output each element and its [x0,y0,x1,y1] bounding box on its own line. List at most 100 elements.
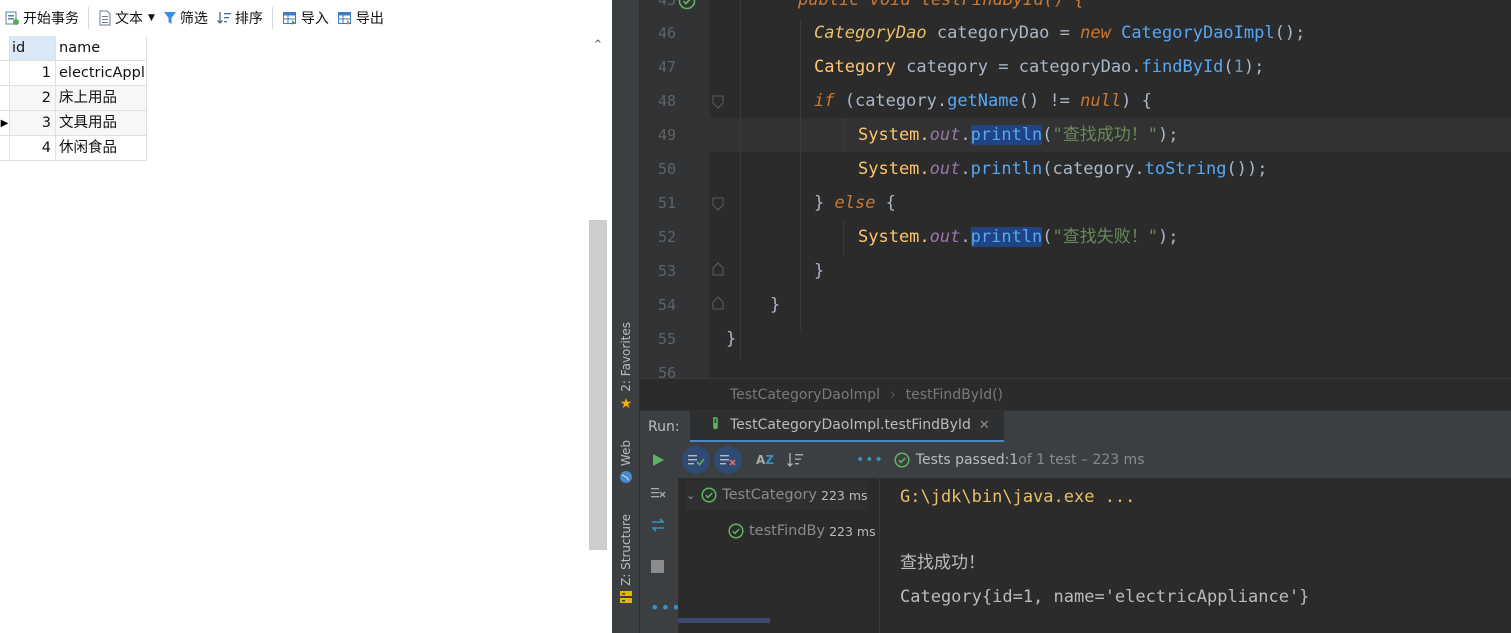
favorites-tab[interactable]: 2: Favorites ★ [612,322,640,412]
console-output[interactable]: G:\jdk\bin\java.exe ... 查找成功！ Category{i… [900,478,1511,633]
cell-id[interactable]: 1 [10,61,56,86]
code-token: ); [1158,227,1179,247]
export-button[interactable]: 导出 [333,6,388,30]
swap-icon[interactable] [650,518,666,532]
sort-icon [216,12,231,24]
breadcrumb-method[interactable]: testFindById() [906,387,1003,403]
line-number: 49 [657,126,676,144]
scroll-up-icon[interactable]: ⌃ [592,39,604,52]
db-toolbar: 开始事务 文本 ▼ 筛选 排序 导入 导出 [0,0,612,36]
cell-name[interactable]: 休闲食品 [56,136,147,161]
text-button[interactable]: 文本 ▼ [94,6,159,30]
check-circle-icon [701,487,717,503]
db-table-window: 开始事务 文本 ▼ 筛选 排序 导入 导出 id name 1 electric… [0,0,612,633]
column-header-id[interactable]: id [10,36,56,61]
structure-tab[interactable]: Z: Structure [612,514,640,604]
table-row-current[interactable]: ▶ 3 文具用品 [0,111,147,136]
document-icon [99,10,111,26]
code-token: out [929,159,961,179]
code-line-49: System.out.println("查找成功！"); [858,118,1179,152]
test-tree-name: TestCategory [722,487,818,503]
web-tab[interactable]: Web [612,440,640,484]
horizontal-scrollbar[interactable] [678,618,770,623]
cell-name[interactable]: electricAppl [56,61,147,86]
play-icon[interactable] [650,452,666,468]
cell-id[interactable]: 3 [10,111,56,136]
tests-status-count: 1 [1009,452,1019,468]
line-number: 48 [657,92,676,110]
export-label: 导出 [355,11,384,27]
ide-window: 2: Favorites ★ Web Z: Structure 45 publi… [612,0,1511,633]
breadcrumb: TestCategoryDaoImpl › testFindById() [640,378,1511,410]
code-token: (); [1274,23,1306,43]
sort-duration-icon[interactable] [786,452,804,468]
sort-alpha-icon[interactable]: AZ [756,453,774,467]
sort-button[interactable]: 排序 [212,6,267,30]
fold-icon[interactable] [710,197,726,211]
fold-icon[interactable] [710,95,726,109]
code-token: category = categoryDao. [895,57,1142,77]
test-tree-item[interactable]: testFindBy 223 ms [728,516,876,546]
scrollbar-thumb[interactable] [589,220,607,550]
structure-icon [620,590,632,603]
fold-icon[interactable] [710,262,726,276]
show-passed-icon[interactable] [682,446,710,474]
chevron-down-icon[interactable]: ⌄ [686,489,695,502]
cell-name[interactable]: 文具用品 [56,111,147,136]
filter-icon [163,12,176,24]
export-icon [337,12,351,25]
code-token: else [834,193,876,213]
code-editor[interactable]: 45 public void testFindById() { 46 47 48… [640,0,1511,382]
clear-icon[interactable] [650,486,666,500]
run-config-tab[interactable]: TestCategoryDaoImpl.testFindById ✕ [690,410,1004,443]
table-row[interactable]: 4 休闲食品 [0,136,147,161]
begin-transaction-button[interactable]: 开始事务 [0,6,83,30]
show-ignored-icon[interactable] [714,446,742,474]
code-token: if [814,91,835,111]
column-header-name[interactable]: name [56,36,147,61]
table-row[interactable]: 1 electricAppl [0,61,147,86]
test-tree: ⌄ TestCategory 223 ms testFindBy 223 ms [678,478,880,633]
run-test-icon[interactable] [678,0,696,10]
row-indicator [0,61,10,86]
test-tree-item[interactable]: ⌄ TestCategory 223 ms [686,480,868,510]
code-line-53: } [814,261,825,281]
import-button[interactable]: 导入 [278,6,333,30]
current-row-indicator: ▶ [0,111,10,136]
code-line-54: } [770,295,781,315]
breadcrumb-class[interactable]: TestCategoryDaoImpl [730,387,880,403]
stop-icon[interactable] [651,560,664,573]
line-number: 50 [657,160,676,178]
more-options-icon[interactable]: ••• [856,452,884,468]
indent-guide [800,20,801,330]
close-icon[interactable]: ✕ [979,418,990,433]
check-circle-icon [894,452,910,468]
indent-guide [843,118,844,152]
star-icon: ★ [619,395,633,412]
line-number: 53 [657,262,676,280]
cell-name[interactable]: 床上用品 [56,86,147,111]
cell-id[interactable]: 2 [10,86,56,111]
code-token: (category. [834,91,948,111]
transaction-icon [5,11,19,25]
code-token: ); [1243,57,1265,77]
code-token: System. [858,125,930,145]
structure-tab-label: Z: Structure [619,514,633,586]
filter-button[interactable]: 筛选 [159,6,212,30]
chevron-down-icon[interactable]: ▼ [148,13,155,23]
vertical-scrollbar[interactable]: ⌃ [588,36,608,633]
tests-status-suffix: of 1 test – 223 ms [1018,452,1145,468]
toolbar-divider [271,7,273,29]
breadcrumb-separator: › [890,386,896,403]
test-tree-name: testFindBy [749,523,826,539]
cell-id[interactable]: 4 [10,136,56,161]
fold-icon[interactable] [710,296,726,310]
check-circle-icon [728,523,744,539]
row-indicator [0,36,10,61]
code-line-55: } [726,329,737,349]
code-token: out [929,227,961,247]
run-panel: ••• AZ ••• Tests passed: 1 of 1 test – 2… [640,442,1511,633]
code-line-51: } else { [814,186,896,220]
table-row[interactable]: 2 床上用品 [0,86,147,111]
line-number: 47 [657,58,676,76]
